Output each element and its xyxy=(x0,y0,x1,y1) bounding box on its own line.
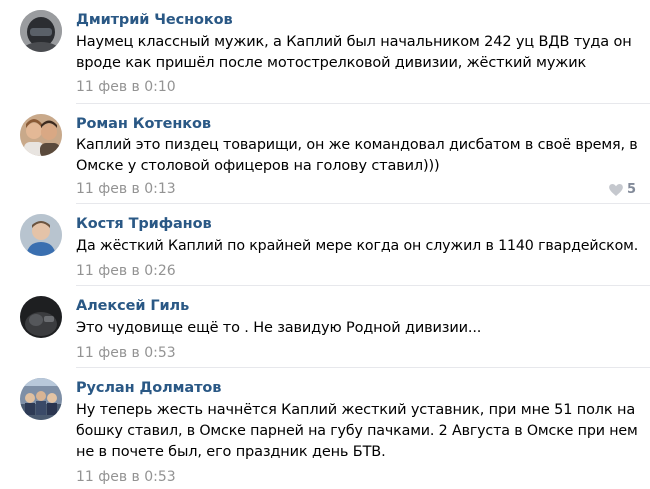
comment-item: Костя Трифанов Да жёсткий Каплий по край… xyxy=(0,204,650,284)
comment-item: Дмитрий Чесноков Наумец классный мужик, … xyxy=(0,0,650,102)
comment-text: Это чудовище ещё то . Не завидую Родной … xyxy=(76,318,638,339)
comment-text: Ну теперь жесть начнётся Каплий жесткий … xyxy=(76,400,638,463)
user-avatar-couple xyxy=(20,114,62,156)
user-avatar-man xyxy=(20,214,62,256)
avatar[interactable] xyxy=(20,114,62,156)
comment-text-line: Да жёсткий Каплий по крайней мере когда … xyxy=(76,238,639,254)
comment-text-line: не в почете был, его праздник день БТВ. xyxy=(76,444,386,460)
comment-text: Наумец классный мужик, а Каплий был нача… xyxy=(76,32,638,74)
comment-item: Роман Котенков Каплий это пиздец товарищ… xyxy=(0,104,650,202)
comment-author[interactable]: Роман Котенков xyxy=(76,116,211,132)
comment-text-line: Ну теперь жесть начнётся Каплий жесткий … xyxy=(76,402,636,418)
comment-text-line: Каплий это пиздец товарищи, он же команд… xyxy=(76,137,638,153)
comment-text-line: Наумец классный мужик, а Каплий был нача… xyxy=(76,34,632,50)
user-avatar-group xyxy=(20,378,62,420)
comment-item: Алексей Гиль Это чудовище ещё то . Не за… xyxy=(0,286,650,366)
avatar[interactable] xyxy=(20,10,62,52)
avatar[interactable] xyxy=(20,378,62,420)
comment-item: Руслан Долматов Ну теперь жесть начнётся… xyxy=(0,368,650,489)
user-avatar-helmet xyxy=(20,10,62,52)
comment-date[interactable]: 11 фев в 0:13 xyxy=(76,181,176,197)
comment-text-line: Это чудовище ещё то . Не завидую Родной … xyxy=(76,320,482,336)
comment-text-line: вроде как пришёл после мотострелковой ди… xyxy=(76,55,587,71)
like-button[interactable]: 5 xyxy=(609,182,636,197)
comment-text-line: бошку ставил, в Омске парней на губу пач… xyxy=(76,423,638,439)
comment-text-line: Омске у столовой офицеров на голову став… xyxy=(76,158,440,174)
comments-list: Дмитрий Чесноков Наумец классный мужик, … xyxy=(0,0,650,489)
user-avatar-dark xyxy=(20,296,62,338)
comment-author[interactable]: Алексей Гиль xyxy=(76,298,189,314)
comment-date[interactable]: 11 фев в 0:53 xyxy=(76,345,176,361)
like-count: 5 xyxy=(626,182,636,197)
comment-author[interactable]: Руслан Долматов xyxy=(76,380,221,396)
comment-date[interactable]: 11 фев в 0:26 xyxy=(76,263,176,279)
comment-date[interactable]: 11 фев в 0:53 xyxy=(76,469,176,485)
comment-author[interactable]: Костя Трифанов xyxy=(76,216,212,232)
avatar[interactable] xyxy=(20,214,62,256)
comment-text: Да жёсткий Каплий по крайней мере когда … xyxy=(76,236,638,257)
comment-date[interactable]: 11 фев в 0:10 xyxy=(76,79,176,95)
avatar[interactable] xyxy=(20,296,62,338)
comment-text: Каплий это пиздец товарищи, он же команд… xyxy=(76,135,638,177)
comment-author[interactable]: Дмитрий Чесноков xyxy=(76,12,233,28)
heart-icon xyxy=(609,183,623,196)
